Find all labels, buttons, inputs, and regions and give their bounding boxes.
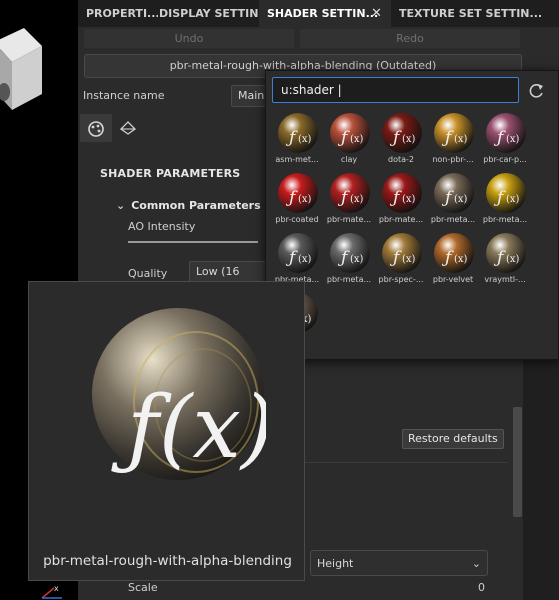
- refresh-icon[interactable]: [526, 81, 546, 101]
- common-parameters-label: Common Parameters: [131, 199, 261, 212]
- svg-text:(x): (x): [402, 134, 416, 145]
- ao-intensity-label: AO Intensity: [128, 220, 196, 233]
- svg-text:(x): (x): [506, 254, 520, 265]
- svg-text:(x): (x): [454, 194, 468, 205]
- svg-text:(x): (x): [506, 194, 520, 205]
- shader-thumbnail-icon: ƒ(x): [486, 173, 526, 213]
- svg-text:(x): (x): [402, 194, 416, 205]
- shader-thumbnail-icon: ƒ(x): [278, 173, 318, 213]
- shader-item[interactable]: ƒ (x) vraymtl-...: [478, 231, 532, 291]
- close-icon[interactable]: ✕: [371, 6, 382, 21]
- shader-item[interactable]: ƒ (x) non-pbr-...: [426, 111, 480, 171]
- eye-icon: [119, 121, 137, 135]
- shader-item[interactable]: ƒ (x) dota-2: [374, 111, 428, 171]
- shader-item-label: asm-met...: [275, 155, 319, 164]
- shader-thumbnail-icon: ƒ(x): [382, 113, 422, 153]
- shader-item-label: pbr-car-p...: [483, 155, 527, 164]
- panel-tab-bar: PROPERTI... DISPLAY SETTIN... SHADER SET…: [78, 0, 559, 27]
- shader-preview-sphere-icon: ƒ(x): [92, 308, 266, 480]
- svg-text:ƒ(x): ƒ(x): [111, 378, 266, 478]
- shader-item-label: pbr-spec-...: [378, 275, 424, 284]
- shader-preview-caption: pbr-metal-rough-with-alpha-blending: [43, 553, 292, 569]
- shader-parameters-header: SHADER PARAMETERS: [100, 167, 241, 180]
- shader-thumbnail-icon: ƒ(x): [330, 173, 370, 213]
- svg-text:(x): (x): [402, 254, 416, 265]
- instance-name-field[interactable]: Main: [231, 85, 267, 107]
- tab-properties[interactable]: PROPERTI...: [78, 0, 158, 27]
- shader-item[interactable]: ƒ (x) asm-met...: [272, 111, 324, 171]
- shader-item[interactable]: ƒ (x) pbr-velvet: [426, 231, 480, 291]
- shader-item[interactable]: ƒ (x) pbr-meta...: [478, 171, 532, 231]
- shader-thumbnail-icon: ƒ(x): [486, 113, 526, 153]
- shader-preview-tooltip: ƒ(x) pbr-metal-rough-with-alpha-blending: [28, 281, 305, 581]
- quality-label: Quality: [128, 267, 168, 280]
- common-parameters-group[interactable]: ⌄ Common Parameters: [116, 199, 261, 212]
- shader-item-label: non-pbr-...: [432, 155, 474, 164]
- height-dropdown-value: Height: [317, 557, 354, 570]
- shader-thumbnail-icon: ƒ(x): [434, 113, 474, 153]
- shader-item[interactable]: ƒ (x) pbr-meta...: [322, 231, 376, 291]
- shader-item-label: pbr-coated: [275, 215, 319, 224]
- svg-text:(x): (x): [506, 134, 520, 145]
- shader-item-label: pbr-meta...: [482, 215, 528, 224]
- svg-text:(x): (x): [350, 194, 364, 205]
- shader-item[interactable]: ƒ (x) pbr-mate...: [322, 171, 376, 231]
- shader-thumbnail-icon: ƒ(x): [382, 173, 422, 213]
- quality-dropdown[interactable]: Low (16 spp): [189, 261, 267, 298]
- shader-item[interactable]: ƒ (x) pbr-mate...: [374, 171, 428, 231]
- shader-picker-popup: u:shader | ƒ (x) asm-met... ƒ (x) clay ƒ (x) dot…: [265, 70, 559, 360]
- shader-item-label: pbr-mate...: [378, 215, 424, 224]
- svg-text:(x): (x): [298, 254, 312, 265]
- shader-thumbnail-icon: ƒ(x): [486, 233, 526, 273]
- shader-thumbnail-icon: ƒ(x): [330, 233, 370, 273]
- svg-text:(x): (x): [454, 254, 468, 265]
- svg-text:(x): (x): [298, 134, 312, 145]
- shader-item[interactable]: ƒ (x) pbr-car-p...: [478, 111, 532, 171]
- shader-item[interactable]: ƒ (x) clay: [322, 111, 376, 171]
- shader-thumbnail-icon: ƒ(x): [434, 233, 474, 273]
- shader-item-label: dota-2: [388, 155, 414, 164]
- palette-icon: [88, 121, 104, 137]
- svg-text:(x): (x): [350, 254, 364, 265]
- shader-grid: ƒ (x) asm-met... ƒ (x) clay ƒ (x) dota-2 ƒ (x) non-…: [272, 111, 554, 355]
- ao-intensity-slider[interactable]: [128, 241, 258, 243]
- svg-text:x: x: [54, 584, 59, 593]
- shader-item-label: pbr-meta...: [430, 215, 476, 224]
- tab-shader-settings-label: SHADER SETTIN...: [267, 7, 379, 20]
- tab-display-settings[interactable]: DISPLAY SETTIN...: [151, 0, 267, 27]
- chevron-down-icon: ⌄: [116, 199, 126, 212]
- scale-value[interactable]: 0: [478, 581, 485, 594]
- svg-text:(x): (x): [298, 194, 312, 205]
- 3d-mesh-cube: [0, 28, 42, 110]
- shader-item[interactable]: ƒ (x) pbr-meta...: [426, 171, 480, 231]
- instance-name-label: Instance name: [83, 89, 165, 102]
- tab-texture-set-settings[interactable]: TEXTURE SET SETTIN...: [391, 0, 559, 27]
- restore-defaults-button[interactable]: Restore defaults: [402, 429, 504, 449]
- shader-search-input[interactable]: u:shader |: [272, 77, 519, 103]
- shader-item-label: pbr-velvet: [432, 275, 474, 284]
- shader-item-label: pbr-mate...: [326, 215, 372, 224]
- shader-item-label: pbr-meta...: [326, 275, 372, 284]
- shader-thumbnail-icon: ƒ(x): [278, 113, 318, 153]
- scrollbar-thumb[interactable]: [513, 407, 522, 517]
- tab-material-params[interactable]: [80, 114, 112, 142]
- redo-button[interactable]: Redo: [300, 29, 520, 48]
- shader-thumbnail-icon: ƒ(x): [382, 233, 422, 273]
- svg-text:(x): (x): [350, 134, 364, 145]
- shader-thumbnail-icon: ƒ(x): [278, 233, 318, 273]
- shader-thumbnail-icon: ƒ(x): [330, 113, 370, 153]
- undo-button[interactable]: Undo: [84, 29, 294, 48]
- shader-thumbnail-icon: ƒ(x): [434, 173, 474, 213]
- svg-text:(x): (x): [454, 134, 468, 145]
- scale-label: Scale: [128, 581, 158, 594]
- shader-item-label: vraymtl-...: [484, 275, 526, 284]
- shader-item[interactable]: ƒ (x) pbr-coated: [272, 171, 324, 231]
- axis-gizmo-icon: x: [41, 584, 62, 599]
- chevron-down-icon: ⌄: [471, 557, 481, 570]
- height-dropdown[interactable]: Height ⌄: [310, 550, 488, 576]
- shader-item[interactable]: ƒ (x) pbr-spec-...: [374, 231, 428, 291]
- shader-item-label: clay: [340, 155, 358, 164]
- tab-render-params[interactable]: [112, 114, 144, 142]
